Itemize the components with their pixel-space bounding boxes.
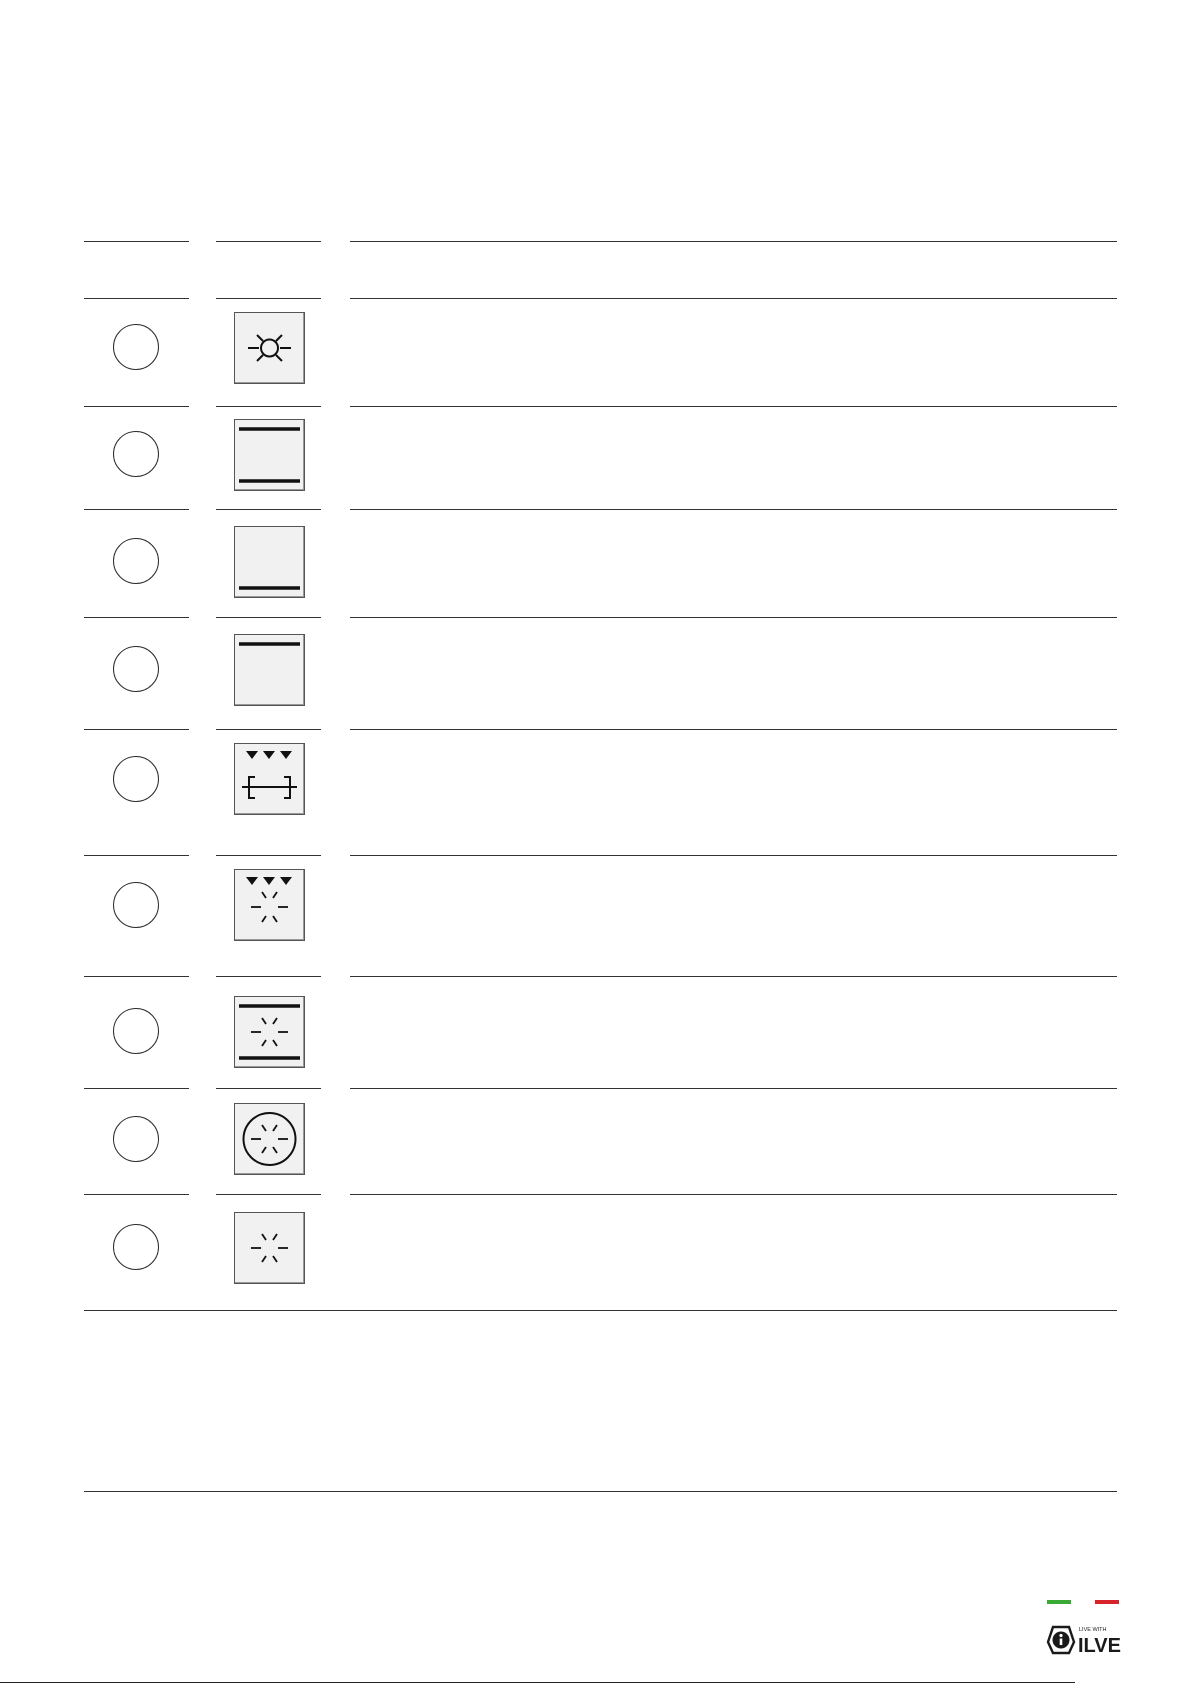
logo-tagline: LIVE WITH [1079,1627,1107,1633]
top-heat-icon [239,642,300,646]
bottom-heat-icon [239,586,300,590]
row-divider [350,406,1117,407]
header-rule-col1-top [84,241,189,242]
function-icon-tile [234,1103,305,1175]
oven-light-icon [248,334,291,362]
row-divider [216,729,321,730]
top-bottom-fan-icon [239,1004,300,1060]
flag-green-accent [1047,1600,1071,1604]
header-rule-col3-top [350,241,1117,242]
row-divider [350,855,1117,856]
function-icon-tile [234,419,305,491]
row-divider [350,976,1117,977]
table-bottom-rule [84,1310,1117,1311]
row-divider [216,1088,321,1089]
ilve-logo: LIVE WITH ILVE [1045,1622,1123,1657]
row-divider [350,1088,1117,1089]
header-rule-col3-bottom [350,298,1117,299]
row-divider [84,976,189,977]
function-icon-tile [234,1212,305,1284]
row-divider [216,617,321,618]
row-divider [84,855,189,856]
knob-position-marker [113,538,159,584]
circular-fan-icon [242,1112,297,1166]
header-rule-col2-top [216,241,321,242]
row-divider [216,406,321,407]
row-divider [84,729,189,730]
row-divider [84,617,189,618]
footer-rule [0,1682,1075,1683]
knob-position-marker [113,1224,159,1270]
row-divider [350,729,1117,730]
function-icon-tile [234,634,305,706]
knob-position-marker [113,324,159,370]
section-rule [84,1491,1117,1492]
row-divider [216,509,321,510]
fan-icon [251,1233,288,1263]
knob-position-marker [113,646,159,692]
grill-rotisserie-icon [242,751,297,799]
knob-position-marker [113,882,159,928]
function-icon-tile [234,996,305,1068]
knob-position-marker [113,1116,159,1162]
knob-position-marker [113,431,159,477]
function-icon-tile [234,526,305,598]
row-divider [216,855,321,856]
grill-fan-icon [246,877,292,923]
row-divider [350,1194,1117,1195]
row-divider [84,1194,189,1195]
knob-position-marker [113,756,159,802]
header-rule-col1-bottom [84,298,189,299]
function-icon-tile [234,312,305,384]
row-divider [350,509,1117,510]
row-divider [84,509,189,510]
row-divider [84,1088,189,1089]
top-bottom-heat-icon [239,427,300,483]
logo-brand: ILVE [1078,1635,1121,1656]
function-icon-tile [234,743,305,815]
function-icon-tile [234,869,305,941]
row-divider [216,976,321,977]
row-divider [84,406,189,407]
row-divider [216,1194,321,1195]
row-divider [350,617,1117,618]
knob-position-marker [113,1008,159,1054]
flag-red-accent [1095,1600,1119,1604]
header-rule-col2-bottom [216,298,321,299]
